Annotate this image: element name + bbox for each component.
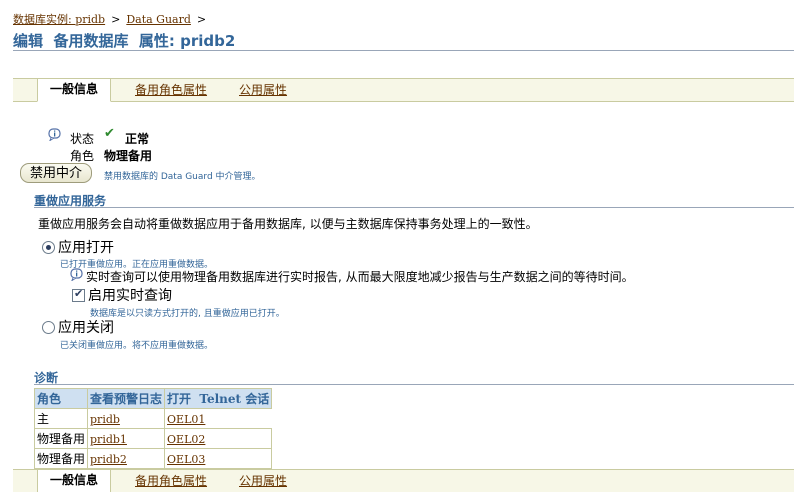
realtime-query-hint: 数据库是以只读方式打开的, 且重做应用已打开。 [90,309,285,319]
status-value: 正常 [125,132,150,146]
apply-on-radio[interactable] [42,241,55,254]
realtime-query-info: 实时查询可以使用物理备用数据库进行实时报告, 从而最大限度地减少报告与生产数据之… [86,270,634,284]
apply-off-radio[interactable] [42,321,55,334]
telnet-link[interactable]: OEL03 [167,453,205,466]
column-header-telnet-session: Telnet 会话 [199,392,270,406]
tab-common-properties[interactable]: 公用属性 [239,81,287,99]
breadcrumb-separator: > [111,13,121,26]
disable-broker-button[interactable]: 禁用中介 [20,163,93,183]
alert-log-cell: pridb1 [87,428,166,449]
role-label: 角色 [70,149,95,163]
column-header-open: 打开 [167,392,192,406]
tab-general[interactable]: 一般信息 [37,79,112,102]
info-icon [70,268,83,281]
realtime-query-label[interactable]: 启用实时查询 [88,285,172,305]
realtime-query-checkbox[interactable] [72,287,85,302]
tab-standby-role-properties[interactable]: 备用角色属性 [135,472,207,490]
redo-apply-description: 重做应用服务会自动将重做数据应用于备用数据库, 以便与主数据库保持事务处理上的一… [38,217,538,231]
table-row: 主 pridb OEL01 [33,408,272,429]
column-header-alert-log: 查看预警日志 [87,388,166,409]
info-icon [48,128,61,141]
status-label: 状态 [70,132,95,146]
table-row: 物理备用 pridb2 OEL03 [33,448,273,469]
column-header-telnet: 打开 Telnet 会话 [164,388,273,409]
breadcrumb: 数据库实例: pridb > Data Guard > [13,11,212,27]
apply-on-label[interactable]: 应用打开 [58,237,114,257]
breadcrumb-instance-link[interactable]: 数据库实例: pridb [13,13,105,26]
telnet-link[interactable]: OEL02 [167,433,205,446]
tab-bar-bottom: 一般信息 备用角色属性 公用属性 [13,469,794,492]
apply-off-label[interactable]: 应用关闭 [58,317,114,337]
title-divider [13,50,794,51]
role-cell: 物理备用 [33,428,89,449]
tab-general[interactable]: 一般信息 [37,470,112,492]
alert-log-cell: pridb [87,408,166,429]
telnet-cell: OEL01 [164,408,272,429]
column-header-role: 角色 [33,388,89,409]
page-title: 编辑 备用数据库 属性: pridb2 [13,32,236,50]
breadcrumb-dataguard-link[interactable]: Data Guard [126,13,191,26]
disable-broker-hint: 禁用数据库的 Data Guard 中介管理。 [104,172,261,182]
diagnostics-table: 角色 查看预警日志 打开 Telnet 会话 主 pridb OEL01 物理备… [33,388,273,469]
table-row: 物理备用 pridb1 OEL02 [33,428,273,449]
role-cell: 主 [33,408,89,429]
alert-log-cell: pridb2 [87,448,166,469]
telnet-cell: OEL03 [164,448,273,469]
section-divider [34,384,794,385]
telnet-cell: OEL02 [164,428,273,449]
tab-standby-role-properties[interactable]: 备用角色属性 [135,81,207,99]
tab-common-properties[interactable]: 公用属性 [239,472,287,490]
role-value: 物理备用 [104,149,153,163]
tab-bar-top: 一般信息 备用角色属性 公用属性 [13,78,794,102]
apply-off-hint: 已关闭重做应用。将不应用重做数据。 [60,341,214,351]
section-divider [34,207,794,208]
breadcrumb-separator: > [196,13,207,26]
alert-log-link[interactable]: pridb1 [90,433,127,446]
telnet-link[interactable]: OEL01 [167,413,205,426]
alert-log-link[interactable]: pridb [90,413,120,426]
alert-log-link[interactable]: pridb2 [90,453,127,466]
table-header-row: 角色 查看预警日志 打开 Telnet 会话 [33,388,273,409]
role-cell: 物理备用 [33,448,89,469]
check-icon: ✔ [104,126,115,141]
